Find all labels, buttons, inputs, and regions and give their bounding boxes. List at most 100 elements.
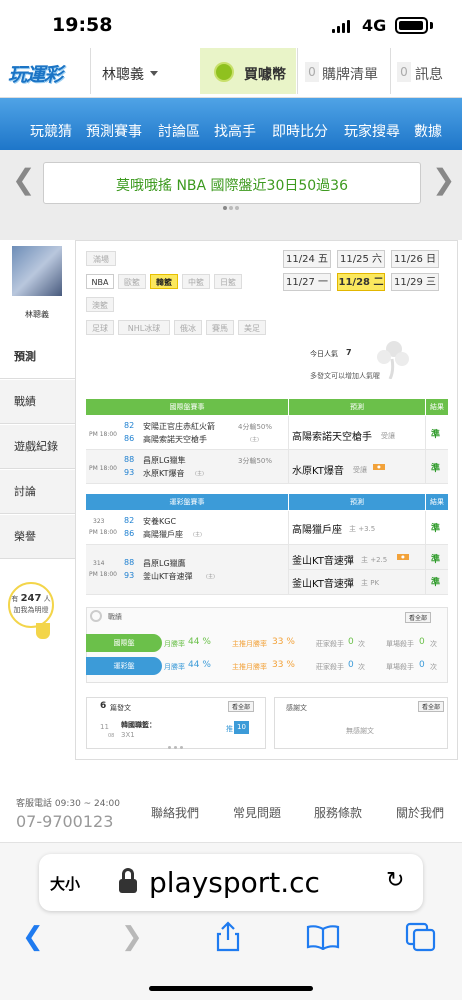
nav-forum[interactable]: 討論區 bbox=[158, 121, 200, 141]
team-num: 93 bbox=[124, 571, 135, 580]
likes-sub: 加我為明燈 bbox=[13, 606, 49, 614]
filter-chip[interactable]: 美足 bbox=[238, 320, 266, 335]
home-mark: (主) bbox=[206, 574, 215, 580]
score-text: 4分輸50% bbox=[238, 423, 273, 431]
chevron-right-icon[interactable]: ❯ bbox=[432, 166, 455, 194]
carousel-dot bbox=[180, 746, 183, 749]
team-num: 82 bbox=[124, 516, 135, 525]
date-button[interactable]: 11/25 六 bbox=[337, 250, 385, 268]
date-button[interactable]: 11/26 日 bbox=[391, 250, 439, 268]
text-size-button[interactable]: 大小 bbox=[50, 873, 80, 894]
date-button-selected[interactable]: 11/28 二 bbox=[337, 273, 385, 291]
stat-label: 單場殺手 bbox=[386, 663, 414, 671]
lightbulb-base bbox=[36, 623, 50, 639]
divider bbox=[297, 48, 298, 94]
footer-link-terms[interactable]: 服務條款 bbox=[314, 804, 362, 821]
signal-icon bbox=[332, 20, 352, 33]
footer-link-contact[interactable]: 聯絡我們 bbox=[151, 804, 199, 821]
site-logo[interactable]: 玩運彩 bbox=[8, 60, 63, 87]
footer-link-about[interactable]: 關於我們 bbox=[396, 804, 444, 821]
stat-value: 44 % bbox=[188, 660, 211, 670]
filter-chip-selected[interactable]: 韓籃 bbox=[150, 274, 178, 289]
stat-value: 0 bbox=[348, 637, 354, 647]
nav-live-score[interactable]: 即時比分 bbox=[272, 121, 328, 141]
tabs-icon[interactable] bbox=[405, 922, 437, 952]
nav-player-search[interactable]: 玩家搜尋 bbox=[344, 121, 400, 141]
side-tab-game-log[interactable]: 遊戲紀錄 bbox=[0, 425, 75, 469]
date-button[interactable]: 11/24 五 bbox=[283, 250, 331, 268]
stat-label: 莊家殺手 bbox=[316, 640, 344, 648]
divider bbox=[288, 511, 289, 595]
bookmarks-icon[interactable] bbox=[306, 924, 340, 950]
post-topic[interactable]: 韓國職籃： bbox=[121, 720, 156, 730]
footer-link-faq[interactable]: 常見問題 bbox=[233, 804, 281, 821]
chevron-down-icon[interactable] bbox=[150, 71, 158, 76]
nav-data[interactable]: 數據 bbox=[414, 121, 442, 141]
date-button[interactable]: 11/29 三 bbox=[391, 273, 439, 291]
banner-text[interactable]: 莫哦哦搖 NBA 國際盤近30日50過36 bbox=[43, 175, 421, 195]
team-num: 88 bbox=[124, 558, 135, 567]
side-tab-predict[interactable]: 預測 bbox=[0, 335, 75, 379]
carousel-dot bbox=[174, 746, 177, 749]
filter-chip[interactable]: 歐籃 bbox=[118, 274, 146, 289]
team-name: 高陽獵戶座 bbox=[143, 530, 183, 539]
messages-link[interactable]: 訊息 bbox=[415, 64, 443, 84]
side-tab-honor[interactable]: 榮譽 bbox=[0, 515, 75, 559]
filter-chip[interactable]: 中籃 bbox=[182, 274, 210, 289]
share-icon[interactable] bbox=[214, 920, 242, 952]
pick-text: 水原KT爆音 bbox=[292, 466, 344, 477]
nav-predict[interactable]: 預測賽事 bbox=[86, 121, 142, 141]
url-text[interactable]: playsport.cc bbox=[149, 866, 320, 899]
footer-phone[interactable]: 07-9700123 bbox=[16, 812, 113, 831]
filter-chip[interactable]: 俄冰 bbox=[174, 320, 202, 335]
result-text: 準 bbox=[431, 555, 441, 565]
side-tab-discussion[interactable]: 討論 bbox=[0, 470, 75, 514]
pick-text: 釜山KT音速彈 bbox=[292, 556, 354, 567]
team-name: 安陽正官庄赤紅火箭 bbox=[143, 422, 215, 431]
popularity-hint: 多發文可以增加人氣喔 bbox=[310, 372, 380, 380]
stat-label: 主推月勝率 bbox=[232, 663, 267, 671]
push-count: 10 bbox=[234, 721, 249, 734]
stat-value: 0 bbox=[348, 660, 354, 670]
team-name: 昌原LG獵隼 bbox=[143, 456, 186, 465]
record-view-all-button[interactable]: 看全部 bbox=[405, 612, 432, 623]
thanks-view-all-button[interactable]: 看全部 bbox=[418, 701, 445, 712]
intl-header-result: 結果 bbox=[426, 399, 448, 415]
filter-chip-nba[interactable]: NBA bbox=[86, 274, 114, 289]
posts-view-all-button[interactable]: 看全部 bbox=[228, 701, 255, 712]
team-name: 高陽索諾天空槍手 bbox=[143, 435, 207, 444]
record-pill-lottery: 運彩盤 bbox=[86, 657, 162, 675]
filter-chip[interactable]: 滿場 bbox=[86, 251, 116, 266]
score-text: 3分輸50% bbox=[238, 457, 273, 465]
coins-label[interactable]: 買噱幣 bbox=[244, 64, 286, 84]
filter-chip[interactable]: 日籃 bbox=[214, 274, 242, 289]
pick-sub: 主 PK bbox=[361, 579, 380, 587]
stat-unit: 次 bbox=[358, 640, 365, 648]
network-label: 4G bbox=[362, 16, 387, 35]
reload-icon[interactable]: ↻ bbox=[386, 868, 404, 893]
avatar[interactable] bbox=[12, 246, 62, 296]
nav-experts[interactable]: 找高手 bbox=[214, 121, 256, 141]
carousel-dot bbox=[168, 746, 171, 749]
date-button[interactable]: 11/27 一 bbox=[283, 273, 331, 291]
side-tab-record[interactable]: 戰績 bbox=[0, 380, 75, 424]
filter-chip[interactable]: 足球 bbox=[86, 320, 114, 335]
cart-link[interactable]: 購牌清單 bbox=[322, 64, 378, 84]
filter-chip[interactable]: 澳籃 bbox=[86, 297, 114, 312]
battery-icon bbox=[395, 17, 428, 34]
post-subject[interactable]: 3X1 bbox=[121, 731, 135, 739]
carousel-dot bbox=[235, 206, 239, 210]
record-title: 戰績 bbox=[108, 613, 122, 621]
divider bbox=[90, 48, 91, 94]
likes-line: 有 247 人 bbox=[11, 593, 51, 604]
chevron-left-icon[interactable]: ❮ bbox=[12, 166, 35, 194]
stat-unit: 次 bbox=[430, 640, 437, 648]
filter-chip[interactable]: 賽馬 bbox=[206, 320, 234, 335]
divider bbox=[425, 511, 426, 595]
nav-play-guess[interactable]: 玩競猜 bbox=[30, 121, 72, 141]
back-icon[interactable]: ❮ bbox=[22, 922, 44, 952]
forward-icon[interactable]: ❯ bbox=[121, 922, 143, 952]
user-menu[interactable]: 林聰義 bbox=[102, 64, 144, 84]
filter-chip[interactable]: NHL冰球 bbox=[118, 320, 170, 335]
pick-text: 高陽獵戶座 bbox=[292, 525, 342, 536]
